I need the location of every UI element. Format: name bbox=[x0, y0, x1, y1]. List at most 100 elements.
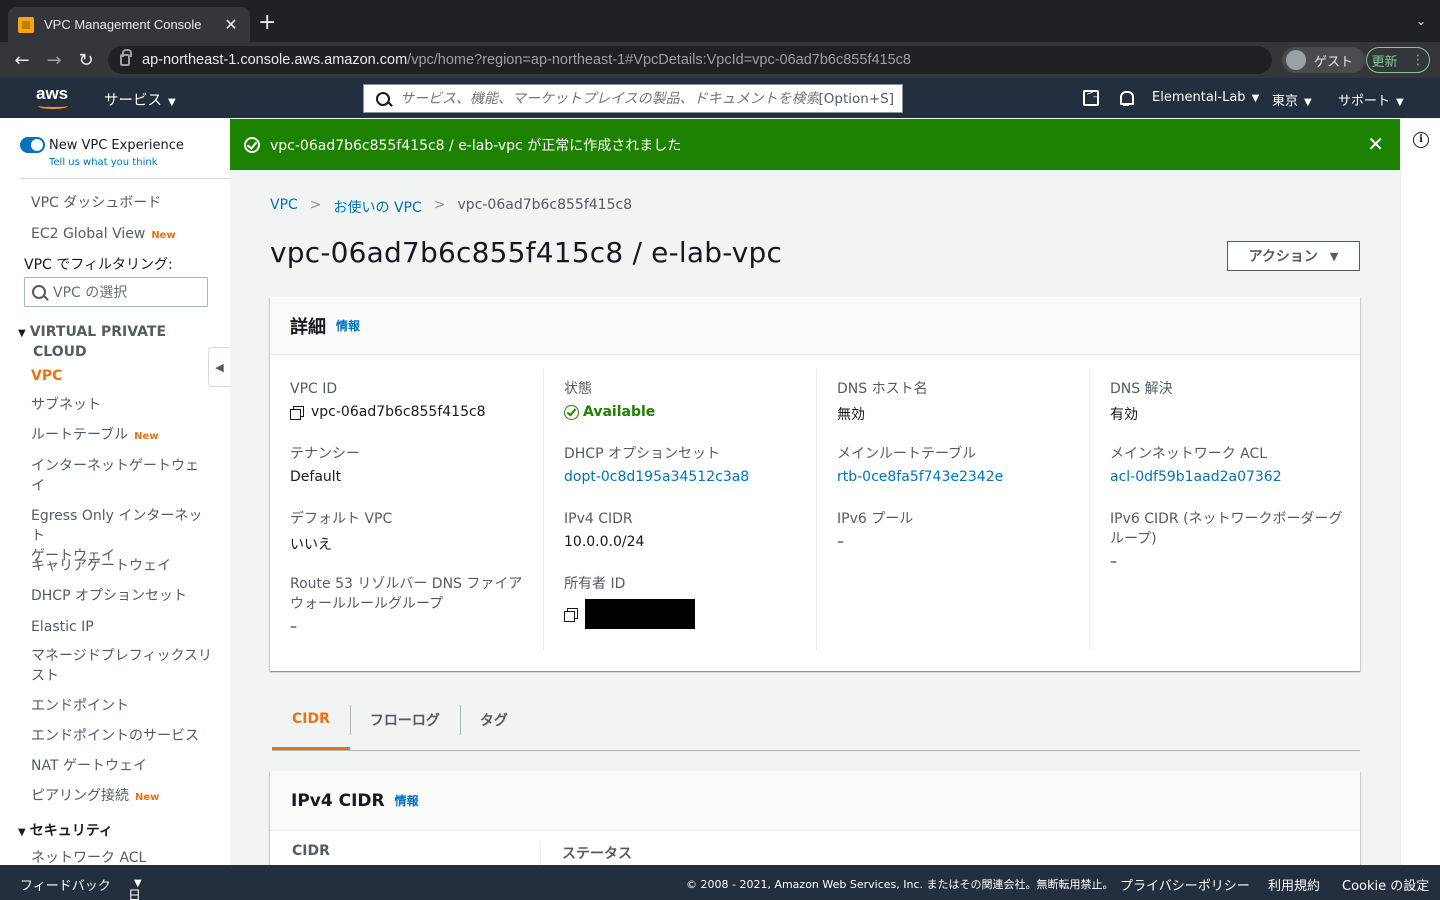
console-footer: フィードバック 日本語▼ © 2008 - 2021, Amazon Web S… bbox=[0, 865, 1440, 900]
caret-down-icon: ▼ bbox=[168, 97, 176, 108]
ipv4-cidr-info-link[interactable]: 情報 bbox=[395, 792, 419, 809]
new-tab-button[interactable]: + bbox=[258, 12, 276, 34]
region-label: 東京 bbox=[1272, 94, 1299, 109]
sidebar-item-prefix-lists[interactable]: マネージドプレフィックスリ スト bbox=[31, 646, 216, 686]
vpc-filter-label: VPC でフィルタリング: bbox=[24, 257, 173, 273]
column-header-status[interactable]: ステータス bbox=[562, 843, 632, 863]
lock-icon bbox=[120, 49, 132, 66]
ipv4-cidr-header: IPv4 CIDR 情報 bbox=[270, 771, 1360, 831]
aws-smile-icon bbox=[38, 103, 68, 109]
egress-label-line1: Egress Only インターネット bbox=[31, 508, 203, 544]
sidebar-item-nat-gateways[interactable]: NAT ゲートウェイ bbox=[31, 756, 216, 776]
sidebar-item-network-acl[interactable]: ネットワーク ACL bbox=[31, 848, 216, 865]
sidebar-item-dhcp-options[interactable]: DHCP オプションセット bbox=[31, 586, 216, 606]
ipv6-cidr-value: – bbox=[1110, 554, 1117, 570]
language-label: 日本語 bbox=[128, 889, 142, 900]
address-bar[interactable]: ap-northeast-1.console.aws.amazon.com/vp… bbox=[108, 46, 1272, 74]
cloudshell-icon[interactable] bbox=[1083, 88, 1099, 106]
route-tables-label: ルートテーブル bbox=[31, 427, 129, 443]
route53-value: – bbox=[290, 619, 297, 635]
breadcrumb-vpc[interactable]: VPC bbox=[270, 197, 298, 217]
feedback-link[interactable]: フィードバック bbox=[20, 875, 111, 894]
support-menu[interactable]: サポート ▼ bbox=[1338, 90, 1404, 109]
tab-close-icon[interactable]: ✕ bbox=[222, 15, 240, 35]
services-menu[interactable]: サービス ▼ bbox=[104, 89, 176, 110]
global-search[interactable]: [Option+S] bbox=[363, 84, 903, 113]
column-header-cidr[interactable]: CIDR bbox=[292, 843, 330, 859]
copy-icon[interactable] bbox=[564, 607, 578, 622]
state-value: Available bbox=[583, 404, 656, 420]
cookie-settings-link[interactable]: Cookie の設定 bbox=[1342, 875, 1429, 894]
terms-link[interactable]: 利用規約 bbox=[1268, 875, 1320, 894]
chevron-right-icon: > bbox=[433, 197, 446, 213]
detail-dns-resolution: DNS 解決 有効 bbox=[1110, 379, 1350, 424]
sidebar-item-carrier-gateways[interactable]: キャリアゲートウェイ bbox=[31, 556, 216, 576]
language-selector[interactable]: 日本語▼ bbox=[128, 875, 142, 900]
vpc-select-placeholder: VPC の選択 bbox=[53, 285, 128, 301]
sidebar-item-subnets[interactable]: サブネット bbox=[31, 395, 216, 415]
detail-route53-firewall: Route 53 リゾルバー DNS ファイア ウォールルールグループ – bbox=[290, 574, 530, 635]
privacy-link[interactable]: プライバシーポリシー bbox=[1120, 875, 1250, 894]
sidebar-item-elastic-ip[interactable]: Elastic IP bbox=[31, 617, 216, 637]
dhcp-link[interactable]: dopt-0c8d195a34512c3a8 bbox=[564, 469, 804, 485]
section-security-label: セキュリティ bbox=[29, 823, 113, 839]
sidebar-item-peering[interactable]: ピアリング接続 New bbox=[31, 786, 216, 808]
details-columns: VPC ID vpc-06ad7b6c855f415c8 テナンシー Defau… bbox=[270, 355, 1360, 671]
ipv4-cidr-label: IPv4 CIDR bbox=[564, 511, 633, 527]
copy-icon[interactable] bbox=[290, 405, 304, 420]
sidebar-collapse-button[interactable]: ◀ bbox=[208, 347, 230, 387]
vpc-id-value: vpc-06ad7b6c855f415c8 bbox=[311, 404, 486, 420]
chevron-right-icon: > bbox=[309, 197, 322, 213]
info-icon[interactable]: i bbox=[1413, 132, 1429, 148]
forward-arrow-icon[interactable]: → bbox=[38, 50, 70, 71]
profile-label: ゲスト bbox=[1314, 54, 1354, 70]
back-arrow-icon[interactable]: ← bbox=[6, 50, 38, 71]
reload-icon[interactable]: ↻ bbox=[70, 50, 102, 71]
main-route-table-link[interactable]: rtb-0ce8fa5f743e2342e bbox=[837, 469, 1077, 485]
sidebar-item-vpc[interactable]: VPC bbox=[31, 366, 216, 386]
details-column-2: 状態 Available DHCP オプションセット dopt-0c8d195a… bbox=[543, 369, 816, 651]
feedback-link[interactable]: Tell us what you think bbox=[49, 157, 158, 168]
region-menu[interactable]: 東京 ▼ bbox=[1272, 90, 1312, 109]
browser-tab[interactable]: VPC Management Console ✕ bbox=[8, 7, 250, 42]
account-label: Elemental-Lab bbox=[1152, 90, 1246, 105]
aws-logo[interactable]: aws bbox=[36, 84, 70, 110]
ipv4-cidr-value: 10.0.0.0/24 bbox=[564, 534, 645, 550]
detail-owner-id: 所有者 ID bbox=[564, 574, 804, 629]
chevron-left-icon: ◀ bbox=[215, 360, 224, 374]
tab-search-chevron-icon[interactable]: ⌄ bbox=[1416, 14, 1426, 28]
main-network-acl-link[interactable]: acl-0df59b1aad2a07362 bbox=[1110, 469, 1350, 485]
tab-tags[interactable]: タグ bbox=[459, 691, 528, 749]
sidebar-item-endpoint-services[interactable]: エンドポイントのサービス bbox=[31, 726, 216, 746]
profile-button[interactable]: ゲスト bbox=[1282, 47, 1366, 73]
sidebar-item-internet-gateways[interactable]: インターネットゲートウェイ bbox=[31, 456, 216, 496]
dns-resolution-value: 有効 bbox=[1110, 407, 1138, 423]
details-info-link[interactable]: 情報 bbox=[336, 317, 360, 334]
new-badge: New bbox=[134, 431, 159, 442]
notification-bell-icon[interactable] bbox=[1118, 90, 1134, 106]
sidebar: New VPC Experience Tell us what you thin… bbox=[0, 118, 230, 865]
column-divider bbox=[540, 841, 541, 865]
new-badge: New bbox=[151, 230, 176, 241]
default-vpc-label: デフォルト VPC bbox=[290, 511, 393, 527]
global-search-input[interactable] bbox=[400, 90, 819, 107]
tab-cidr[interactable]: CIDR bbox=[272, 691, 350, 750]
kebab-menu-icon[interactable]: ⋮ bbox=[1412, 53, 1425, 68]
tab-flow-logs[interactable]: フローログ bbox=[349, 691, 460, 749]
browser-tab-bar: VPC Management Console ✕ + ⌄ bbox=[0, 0, 1440, 42]
actions-button[interactable]: アクション ▼ bbox=[1227, 241, 1360, 271]
vpc-filter-select[interactable]: VPC の選択 bbox=[24, 277, 208, 307]
sidebar-section-vpc[interactable]: ▼ VIRTUAL PRIVATE CLOUD bbox=[18, 323, 166, 361]
update-button[interactable]: 更新 ⋮ bbox=[1366, 47, 1430, 73]
vpc-id-value-row: vpc-06ad7b6c855f415c8 bbox=[290, 404, 530, 420]
close-icon[interactable]: ✕ bbox=[1367, 134, 1384, 154]
breadcrumb-your-vpcs[interactable]: お使いの VPC bbox=[334, 197, 422, 217]
main-route-table-label: メインルートテーブル bbox=[837, 446, 977, 462]
sidebar-item-global-view[interactable]: EC2 Global View New bbox=[31, 224, 216, 246]
sidebar-section-security[interactable]: ▼ セキュリティ bbox=[18, 822, 113, 842]
sidebar-item-endpoints[interactable]: エンドポイント bbox=[31, 696, 216, 716]
sidebar-item-dashboard[interactable]: VPC ダッシュボード bbox=[31, 193, 216, 213]
new-experience-toggle[interactable] bbox=[20, 137, 45, 153]
account-menu[interactable]: Elemental-Lab ▼ bbox=[1152, 90, 1259, 105]
sidebar-item-route-tables[interactable]: ルートテーブル New bbox=[31, 425, 216, 447]
